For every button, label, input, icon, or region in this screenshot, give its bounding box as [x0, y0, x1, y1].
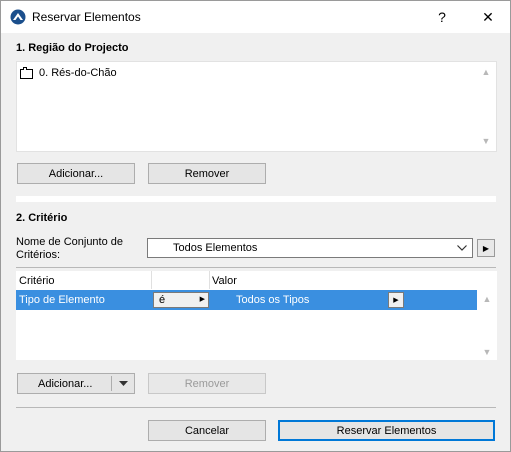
column-header-criterion[interactable]: Critério: [19, 275, 54, 287]
column-divider: [151, 271, 152, 289]
criteria-set-label: Nome de Conjunto de Critérios:: [16, 236, 124, 261]
region-item-label: 0. Rés-do-Chão: [39, 67, 117, 79]
close-icon: ✕: [482, 8, 494, 25]
separator: [16, 407, 496, 408]
scroll-down-icon[interactable]: ▼: [480, 135, 492, 147]
region-add-button[interactable]: Adicionar...: [17, 163, 135, 184]
split-divider: [111, 376, 112, 391]
region-heading: 1. Região do Projecto: [16, 42, 129, 54]
scroll-up-icon[interactable]: ▲: [481, 293, 493, 305]
section-divider: [16, 196, 496, 202]
criteria-set-menu-button[interactable]: ▶: [477, 239, 495, 257]
close-button[interactable]: ✕: [465, 1, 511, 33]
scroll-down-icon[interactable]: ▼: [481, 346, 493, 358]
column-divider: [209, 271, 210, 289]
title-bar: Reservar Elementos ? ✕: [1, 1, 510, 33]
value-menu-button[interactable]: ▶: [388, 292, 404, 308]
cancel-button[interactable]: Cancelar: [148, 420, 266, 441]
play-right-icon: ▶: [199, 296, 205, 303]
criteria-add-label: Adicionar...: [38, 378, 93, 390]
column-header-value[interactable]: Valor: [212, 275, 237, 287]
row-operator: é: [159, 294, 166, 306]
list-item[interactable]: 0. Rés-do-Chão: [20, 65, 117, 81]
criteria-set-value: Todos Elementos: [173, 242, 258, 254]
region-remove-button[interactable]: Remover: [148, 163, 266, 184]
play-right-icon: ▶: [393, 297, 399, 304]
criteria-table[interactable]: Critério Valor Tipo de Elemento é ▶ Todo…: [16, 271, 497, 360]
help-button[interactable]: ?: [419, 1, 465, 33]
region-list[interactable]: 0. Rés-do-Chão ▲ ▼: [16, 61, 497, 152]
criteria-add-split-button[interactable]: Adicionar...: [17, 373, 135, 394]
caret-down-icon[interactable]: [119, 381, 128, 386]
story-icon: [20, 67, 33, 79]
reserve-elements-button[interactable]: Reservar Elementos: [278, 420, 495, 441]
scroll-up-icon[interactable]: ▲: [480, 66, 492, 78]
operator-dropdown[interactable]: é ▶: [153, 292, 209, 308]
criteria-set-dropdown[interactable]: Todos Elementos: [147, 238, 473, 258]
separator: [16, 267, 496, 268]
window-title: Reservar Elementos: [32, 10, 141, 24]
reserve-elements-dialog: Reservar Elementos ? ✕ 1. Região do Proj…: [0, 0, 511, 452]
table-row[interactable]: Tipo de Elemento é ▶ Todos os Tipos ▶: [16, 290, 477, 310]
help-icon: ?: [438, 9, 446, 25]
row-value: Todos os Tipos: [236, 294, 310, 306]
criteria-heading: 2. Critério: [16, 212, 68, 224]
archicad-app-icon: [10, 9, 26, 25]
play-right-icon: ▶: [482, 243, 490, 253]
row-criterion: Tipo de Elemento: [19, 294, 105, 306]
criteria-remove-button[interactable]: Remover: [148, 373, 266, 394]
chevron-down-icon: [457, 245, 467, 251]
